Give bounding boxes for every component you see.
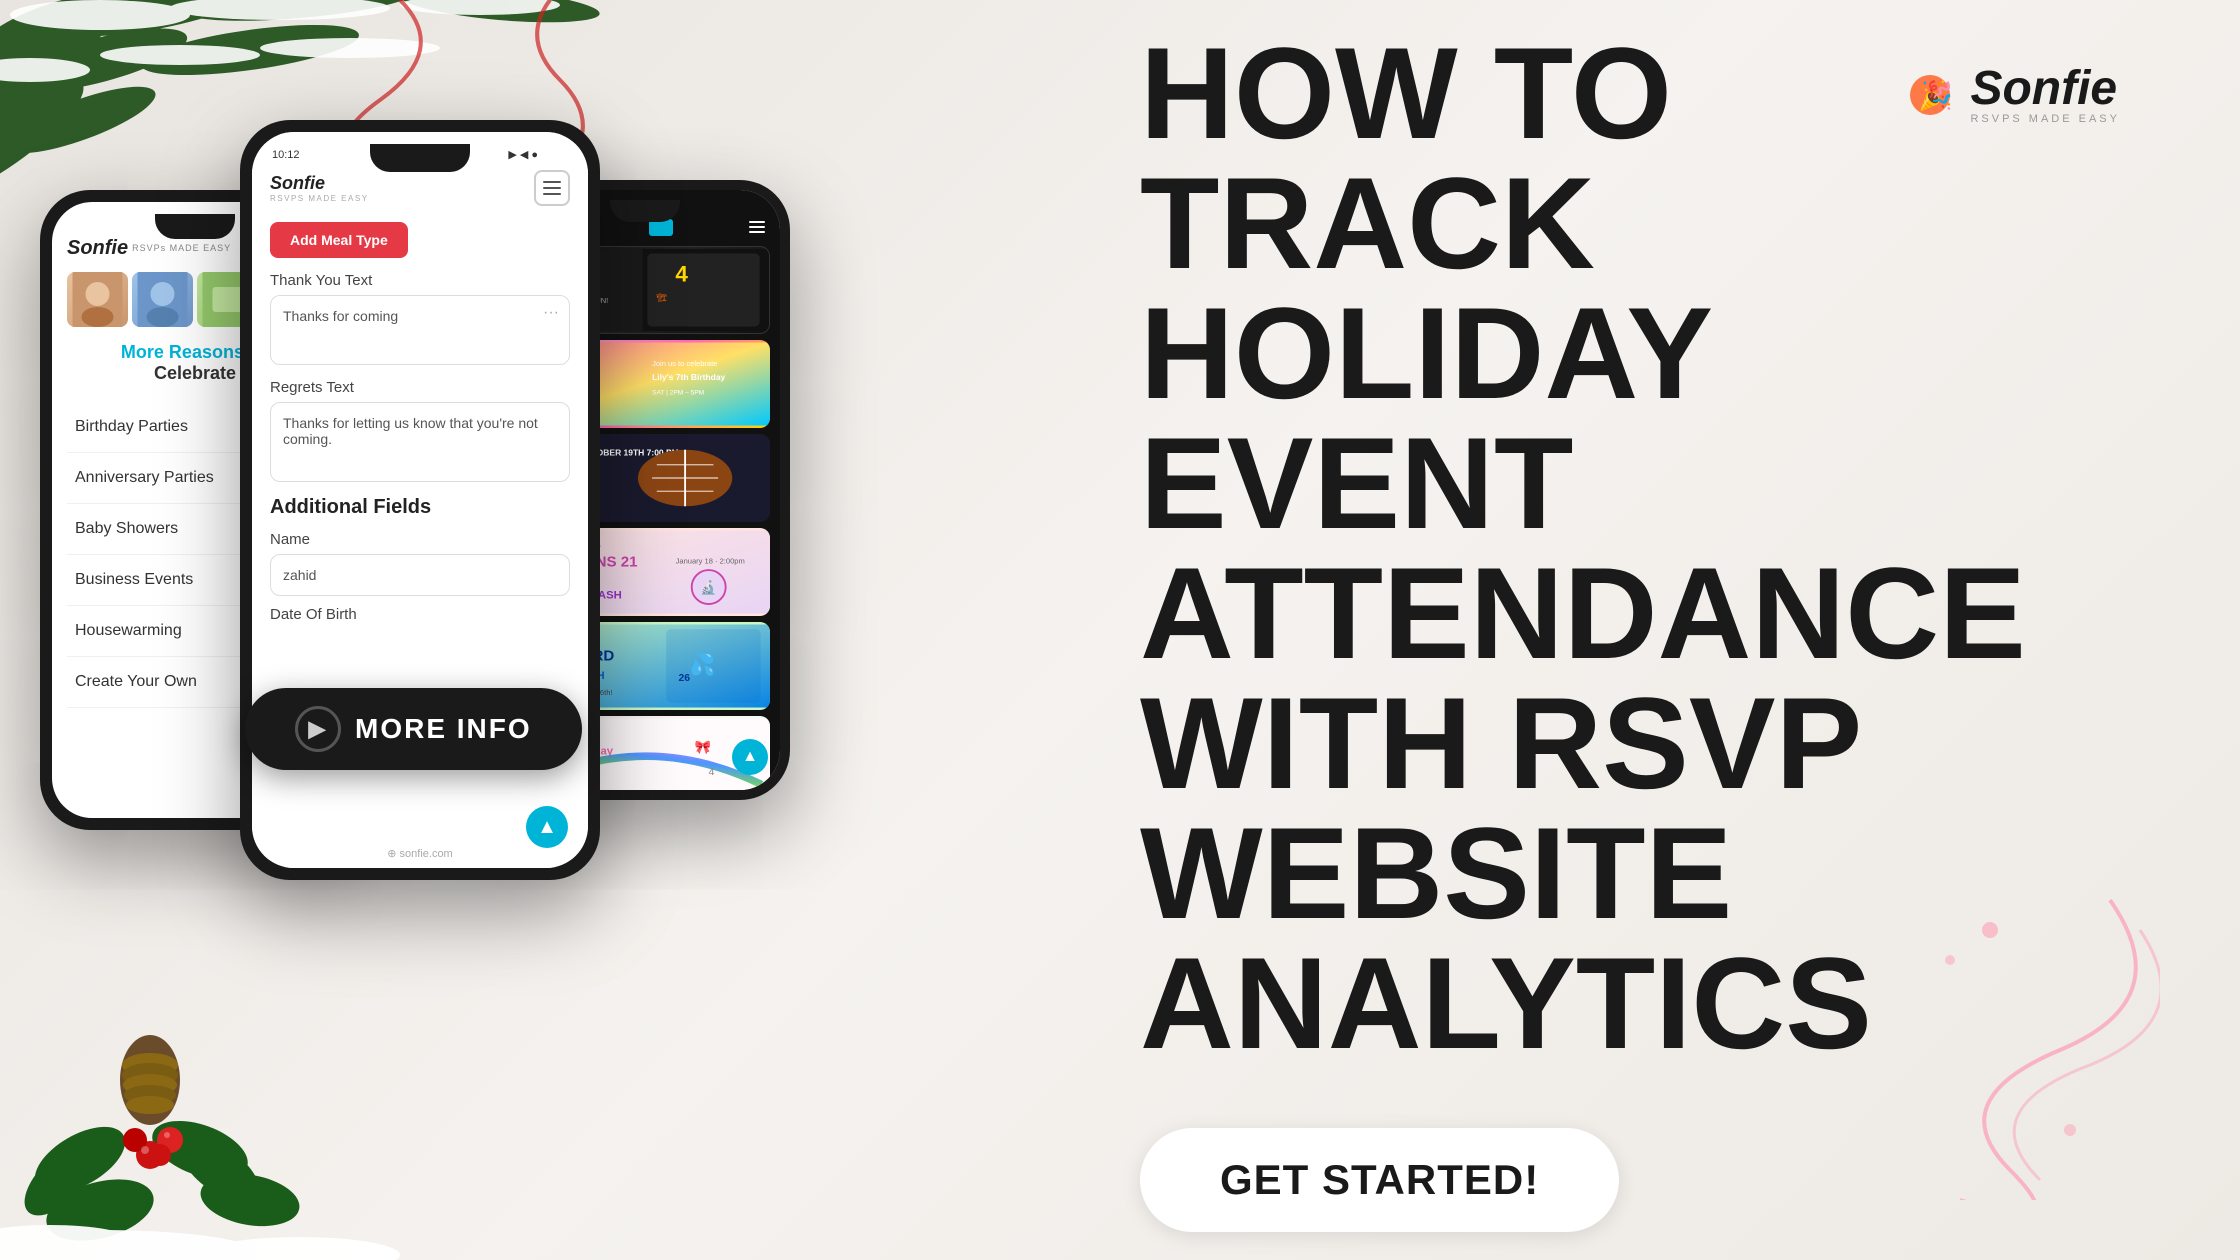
- menu-item-housewarming-label: Housewarming: [75, 622, 182, 640]
- svg-text:Join us to celebrate: Join us to celebrate: [652, 359, 717, 368]
- regrets-text: Thanks for letting us know that you're n…: [283, 415, 557, 447]
- regrets-textarea[interactable]: Thanks for letting us know that you're n…: [270, 402, 570, 482]
- svg-text:🏗: 🏗: [657, 292, 668, 302]
- hamburger-line-1: [543, 181, 561, 183]
- heading-line2: EVENT ATTENDANCE: [1140, 418, 2090, 678]
- svg-text:🎉: 🎉: [1918, 79, 1953, 112]
- brand-logo-container: 🎉 Sonfie RSVPS MADE EASY: [1900, 60, 2120, 130]
- logo-tagline-left: RSVPs MADE EASY: [132, 244, 231, 253]
- menu-item-anniversary-label: Anniversary Parties: [75, 469, 214, 487]
- heading-line4: ANALYTICS: [1140, 938, 2090, 1068]
- phone-center-notch: [370, 144, 470, 172]
- scroll-up-right[interactable]: ▲: [732, 739, 768, 775]
- sonfie-url: ⊕ sonfie.com: [252, 847, 588, 860]
- svg-text:4: 4: [675, 262, 688, 287]
- brand-name-text: Sonfie: [1970, 65, 2120, 113]
- svg-text:🔬: 🔬: [700, 579, 716, 595]
- thank-you-textarea[interactable]: ··· Thanks for coming: [270, 295, 570, 365]
- brand-name-right: Sonfie RSVPS MADE EASY: [1970, 65, 2120, 125]
- status-time: 10:12: [272, 149, 300, 161]
- hamburger-right-line-3: [749, 231, 765, 233]
- phone-right-notch: [610, 200, 680, 222]
- name-input[interactable]: zahid: [270, 554, 570, 596]
- hamburger-right[interactable]: [749, 221, 765, 233]
- thank-you-text: Thanks for coming: [283, 308, 557, 324]
- heading-line3: WITH RSVP WEBSITE: [1140, 678, 2090, 938]
- brand-tagline-text: RSVPS MADE EASY: [1970, 113, 2120, 125]
- add-meal-btn[interactable]: Add Meal Type: [270, 222, 408, 258]
- photo-thumb-1: [67, 272, 128, 327]
- menu-item-business-label: Business Events: [75, 571, 193, 589]
- sonfie-center-brand: Sonfie RSVPs MADE EASY: [270, 173, 369, 203]
- phones-container: Sonfie RSVPs MADE EASY: [40, 60, 890, 1160]
- right-section: 🎉 Sonfie RSVPS MADE EASY HOW TO TRACK HO…: [940, 0, 2240, 1260]
- menu-item-babyshower-label: Baby Showers: [75, 520, 178, 538]
- logo-text-left: Sonfie: [67, 237, 128, 260]
- textarea-dots: ···: [543, 304, 559, 322]
- phone-left-notch: [155, 214, 235, 239]
- main-heading: HOW TO TRACK HOLIDAY EVENT ATTENDANCE WI…: [1140, 28, 2090, 1068]
- hamburger-right-line-1: [749, 221, 765, 223]
- additional-fields-title: Additional Fields: [270, 496, 570, 519]
- svg-text:4: 4: [709, 767, 715, 778]
- menu-item-createown-label: Create Your Own: [75, 673, 197, 691]
- more-info-button[interactable]: ▶ MORE INFO: [245, 688, 582, 770]
- name-label: Name: [270, 531, 570, 548]
- photo-thumb-2: [132, 272, 193, 327]
- more-reasons-celebrate: Celebrate: [154, 363, 236, 383]
- hamburger-right-line-2: [749, 226, 765, 228]
- get-started-button[interactable]: GET STARTED!: [1140, 1128, 1619, 1232]
- center-header: Sonfie RSVPs MADE EASY: [270, 170, 570, 206]
- more-info-circle-icon: ▶: [295, 706, 341, 752]
- svg-text:26: 26: [678, 673, 690, 684]
- date-of-birth-label: Date Of Birth: [270, 606, 570, 623]
- sonfie-logo-top-right: 🎉 Sonfie RSVPS MADE EASY: [1900, 60, 2120, 130]
- sonfie-logo-center: Sonfie: [270, 173, 369, 194]
- svg-text:Lily's 7th Birthday: Lily's 7th Birthday: [652, 372, 725, 382]
- brand-icon: 🎉: [1900, 60, 1960, 130]
- more-reasons-highlight: More Reasons: [121, 342, 244, 362]
- svg-text:🎀: 🎀: [695, 740, 711, 755]
- thank-you-label: Thank You Text: [270, 272, 570, 289]
- scroll-up-button[interactable]: ▲: [526, 806, 568, 848]
- hamburger-menu[interactable]: [534, 170, 570, 206]
- regrets-label: Regrets Text: [270, 379, 570, 396]
- sonfie-tagline-center: RSVPs MADE EASY: [270, 194, 369, 203]
- menu-item-birthday-label: Birthday Parties: [75, 418, 188, 436]
- svg-text:SAT | 2PM – 5PM: SAT | 2PM – 5PM: [652, 389, 704, 396]
- hamburger-line-3: [543, 193, 561, 195]
- hamburger-line-2: [543, 187, 561, 189]
- status-icons: ▶ ◀ ●: [508, 148, 538, 161]
- more-info-label: MORE INFO: [355, 713, 532, 745]
- svg-text:January 18 · 2:00pm: January 18 · 2:00pm: [676, 557, 745, 566]
